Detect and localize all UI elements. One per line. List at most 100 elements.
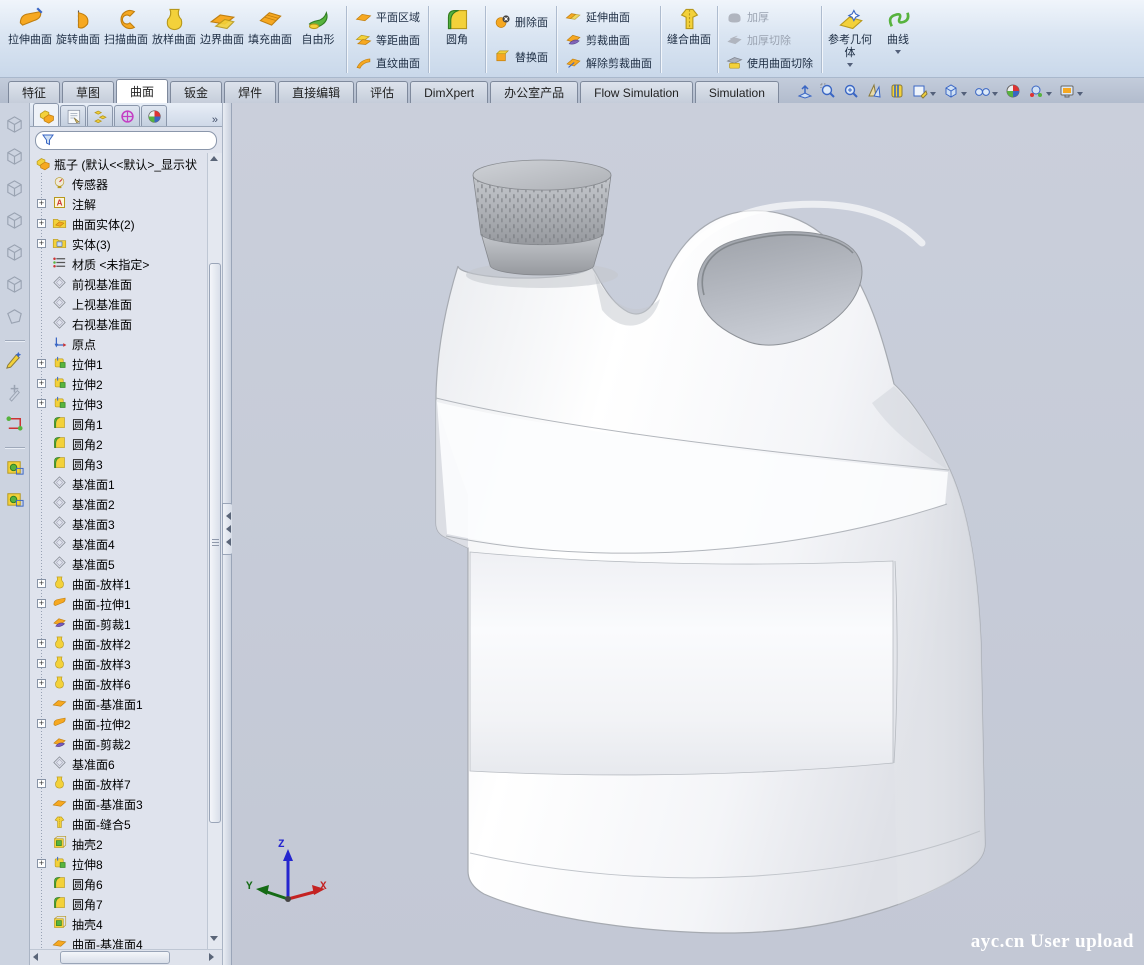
tree-item[interactable]: 材质 <未指定> [30,253,207,273]
tree-item[interactable]: +曲面-拉伸1 [30,593,207,613]
hide-show-items-button[interactable] [972,82,1000,100]
tab-Simulation[interactable]: Simulation [695,81,779,103]
dropdown-arrow-icon[interactable] [1077,92,1083,96]
scroll-down-arrow[interactable] [210,936,220,946]
tab-特征[interactable]: 特征 [8,81,60,103]
scroll-left-arrow[interactable] [33,953,43,963]
expand-plus-icon[interactable]: + [37,579,46,588]
section-view-button[interactable] [887,82,907,100]
tree-item[interactable]: 曲面-剪裁2 [30,733,207,753]
curves-button[interactable]: 曲线 [874,4,922,75]
untrim-surface-button[interactable]: 解除剪裁曲面 [565,52,652,73]
dimxpert-manager-tab[interactable] [114,105,140,126]
tree-item[interactable]: 曲面-基准面4 [30,933,207,949]
swept-surface-button[interactable]: 扫描曲面 [102,4,150,75]
graphics-viewport[interactable]: Z X Y ayc.cn User upload [232,103,1144,965]
expand-plus-icon[interactable]: + [37,659,46,668]
display-manager-tab[interactable] [141,105,167,126]
part-box-2-button[interactable] [4,488,25,514]
scroll-up-arrow[interactable] [210,156,220,166]
tree-item[interactable]: 右视基准面 [30,313,207,333]
reference-geometry-button[interactable]: 参考几何体 [826,4,874,75]
view-cube-1-button[interactable] [4,114,25,140]
tree-item[interactable]: +拉伸8 [30,853,207,873]
tree-filter-box[interactable] [35,131,217,150]
expand-plus-icon[interactable]: + [37,599,46,608]
ruled-surface-button[interactable]: 直纹曲面 [355,52,420,73]
tab-曲面[interactable]: 曲面 [116,79,168,103]
expand-plus-icon[interactable]: + [37,199,46,208]
tree-item[interactable]: +拉伸3 [30,393,207,413]
tree-item[interactable]: 抽壳2 [30,833,207,853]
extruded-surface-button[interactable]: 拉伸曲面 [6,4,54,75]
panel-splitter[interactable] [222,103,232,965]
tab-办公室产品[interactable]: 办公室产品 [490,81,578,103]
tree-item[interactable]: +曲面-放样6 [30,673,207,693]
tab-评估[interactable]: 评估 [356,81,408,103]
tree-root-part[interactable]: 瓶子 (默认<<默认>_显示状 [30,153,207,173]
tree-item[interactable]: 基准面3 [30,513,207,533]
filter-input[interactable] [54,134,210,146]
draft-analysis-button[interactable] [864,82,884,100]
tree-item[interactable]: 基准面2 [30,493,207,513]
tree-item[interactable]: 曲面-基准面1 [30,693,207,713]
tree-item[interactable]: 圆角2 [30,433,207,453]
panel-overflow-button[interactable]: » [212,114,218,126]
tree-item[interactable]: 原点 [30,333,207,353]
replace-face-button[interactable]: 替换面 [494,46,548,67]
expand-plus-icon[interactable]: + [37,679,46,688]
dropdown-arrow-icon[interactable] [961,92,967,96]
revolved-surface-button[interactable]: 旋转曲面 [54,4,102,75]
view-settings-button[interactable] [1026,82,1054,100]
dropdown-arrow-icon[interactable] [930,92,936,96]
tree-item[interactable]: +实体(3) [30,233,207,253]
tree-item[interactable]: +曲面-放样3 [30,653,207,673]
apply-scene-button[interactable] [1003,82,1023,100]
tree-item[interactable]: 曲面-剪裁1 [30,613,207,633]
knit-surface-button[interactable]: 缝合曲面 [665,4,713,75]
tree-item[interactable]: 基准面1 [30,473,207,493]
fillet-button[interactable]: 圆角 [433,4,481,75]
delete-face-button[interactable]: 删除面 [494,12,548,33]
offset-surface-button[interactable]: 等距曲面 [355,29,420,50]
expand-plus-icon[interactable]: + [37,779,46,788]
dropdown-arrow-icon[interactable] [895,50,901,54]
expand-plus-icon[interactable]: + [37,639,46,648]
view-cube-4-button[interactable] [4,210,25,236]
tab-钣金[interactable]: 钣金 [170,81,222,103]
tab-草图[interactable]: 草图 [62,81,114,103]
feature-manager-tab[interactable] [33,103,59,126]
sketch-button[interactable] [4,349,25,375]
tree-item[interactable]: 基准面6 [30,753,207,773]
derived-sketch-button[interactable] [4,381,25,407]
tree-item[interactable]: +曲面实体(2) [30,213,207,233]
tree-item[interactable]: 圆角6 [30,873,207,893]
planar-surface-button[interactable]: 平面区域 [355,6,420,27]
routing-button[interactable] [4,413,25,439]
view-orientation-button[interactable] [910,82,938,100]
tree-item[interactable]: +曲面-放样1 [30,573,207,593]
view-cube-6-button[interactable] [4,274,25,300]
expand-plus-icon[interactable]: + [37,859,46,868]
zoom-fit-button[interactable] [795,82,815,100]
extend-surface-button[interactable]: 延伸曲面 [565,6,652,27]
expand-plus-icon[interactable]: + [37,239,46,248]
edit-appearance-button[interactable] [1057,82,1085,100]
dropdown-arrow-icon[interactable] [992,92,998,96]
model-jug[interactable] [232,103,1144,965]
tree-item[interactable]: +曲面-拉伸2 [30,713,207,733]
expand-plus-icon[interactable]: + [37,719,46,728]
horizontal-scroll-thumb[interactable] [60,951,170,964]
tree-item[interactable]: 圆角1 [30,413,207,433]
tree-item[interactable]: 基准面4 [30,533,207,553]
tree-item[interactable]: 曲面-缝合5 [30,813,207,833]
expand-plus-icon[interactable]: + [37,379,46,388]
tree-item[interactable]: +拉伸2 [30,373,207,393]
scroll-right-arrow[interactable] [209,953,219,963]
tab-DimXpert[interactable]: DimXpert [410,81,488,103]
freeform-button[interactable]: 自由形 [294,4,342,75]
expand-plus-icon[interactable]: + [37,399,46,408]
tree-item[interactable]: 圆角3 [30,453,207,473]
tree-item[interactable]: 抽壳4 [30,913,207,933]
lofted-surface-button[interactable]: 放样曲面 [150,4,198,75]
